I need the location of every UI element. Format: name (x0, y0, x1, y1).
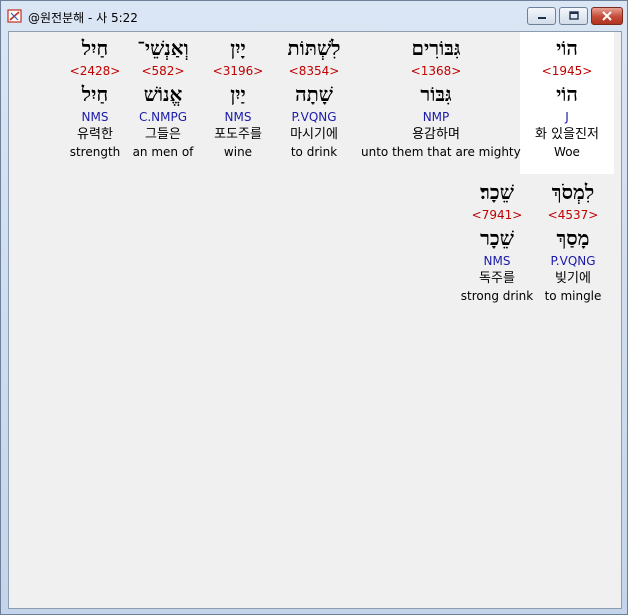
korean-gloss: 유력한 (77, 127, 113, 142)
window-title: @원전분해 - 사 5:22 (28, 11, 138, 25)
hebrew-word: יָיִן (230, 36, 246, 60)
hebrew-word: לִשְׁתּוֹת (287, 36, 341, 60)
hebrew-word: חַיִל (81, 36, 109, 60)
hebrew-word: הוֹי (556, 36, 578, 60)
korean-gloss: 화 있을진저 (535, 127, 599, 142)
hebrew-lemma: חַיִל (81, 82, 109, 106)
minimize-button[interactable] (527, 7, 556, 25)
morphology-code: P.VQNG (550, 254, 596, 268)
english-gloss: an men of (132, 145, 194, 159)
english-gloss: strong drink (460, 289, 534, 303)
english-gloss: Woe (554, 145, 580, 159)
hebrew-lemma: יַיִן (230, 82, 246, 106)
interlinear-panel: הוֹי <1945> הוֹי J 화 있을진저 Woe גִּבּוֹרִי… (8, 31, 622, 609)
word-block[interactable]: הוֹי <1945> הוֹי J 화 있을진저 Woe (520, 32, 614, 174)
minimize-icon (537, 17, 546, 19)
hebrew-lemma: שָׁתָה (295, 82, 333, 106)
hebrew-lemma: גִּבּוֹר (420, 82, 452, 106)
strong-number[interactable]: <4537> (539, 206, 607, 224)
close-button[interactable] (591, 7, 623, 25)
word-block[interactable]: יָיִן <3196> יַיִן NMS 포도주를 wine (206, 32, 270, 160)
english-gloss: strength (69, 145, 121, 159)
morphology-code: NMS (224, 110, 252, 124)
word-block[interactable]: גִּבּוֹרִים <1368> גִּבּוֹר NMP 용감하며 unt… (361, 32, 521, 160)
english-gloss: to drink (290, 145, 338, 159)
hebrew-word: לִמְסֹךְ (551, 180, 595, 204)
strong-number[interactable]: <582> (131, 62, 195, 80)
english-gloss: unto them that are mighty (361, 145, 521, 159)
word-block[interactable]: לִמְסֹךְ <4537> מָסַךְ P.VQNG 빚기에 to min… (539, 176, 607, 304)
morphology-code: P.VQNG (291, 110, 337, 124)
korean-gloss: 마시기에 (290, 127, 338, 142)
korean-gloss: 빚기에 (555, 271, 591, 286)
strong-number[interactable]: <3196> (206, 62, 270, 80)
word-block[interactable]: שֵׁכָר׃ <7941> שֵׁכָר NMS 독주를 strong dri… (459, 176, 535, 304)
app-window: @원전분해 - 사 5:22 הוֹי <1945> הוֹי J 화 있을진저 (0, 0, 628, 615)
hebrew-lemma: אֱנוֹשׁ (143, 82, 183, 106)
strong-number[interactable]: <7941> (459, 206, 535, 224)
maximize-button[interactable] (559, 7, 588, 25)
korean-gloss: 그들은 (145, 127, 181, 142)
morphology-code: NMS (81, 110, 109, 124)
close-icon (602, 11, 612, 21)
hebrew-word: וְאַנְשֵׁי־ (137, 36, 189, 60)
hebrew-word: גִּבּוֹרִים (411, 36, 461, 60)
hebrew-lemma: הוֹי (556, 82, 578, 106)
korean-gloss: 포도주를 (214, 127, 262, 142)
title-bar[interactable]: @원전분해 - 사 5:22 (1, 1, 627, 29)
hebrew-word: שֵׁכָר׃ (480, 180, 514, 204)
morphology-code: C.NMPG (138, 110, 188, 124)
word-block[interactable]: חַיִל <2428> חַיִל NMS 유력한 strength (65, 32, 125, 160)
word-block[interactable]: וְאַנְשֵׁי־ <582> אֱנוֹשׁ C.NMPG 그들은 an … (131, 32, 195, 160)
strong-number[interactable]: <2428> (65, 62, 125, 80)
strong-number[interactable]: <8354> (277, 62, 351, 80)
hebrew-lemma: שֵׁכָר (480, 226, 514, 250)
app-icon (7, 8, 23, 24)
korean-gloss: 독주를 (479, 271, 515, 286)
morphology-code: NMS (483, 254, 511, 268)
morphology-code: J (565, 110, 569, 124)
morphology-code: NMP (422, 110, 450, 124)
english-gloss: to mingle (544, 289, 602, 303)
english-gloss: wine (223, 145, 253, 159)
strong-number[interactable]: <1368> (361, 62, 511, 80)
word-block[interactable]: לִשְׁתּוֹת <8354> שָׁתָה P.VQNG 마시기에 to … (277, 32, 351, 160)
korean-gloss: 용감하며 (412, 127, 460, 142)
strong-number[interactable]: <1945> (520, 62, 614, 80)
maximize-icon (568, 11, 579, 20)
hebrew-lemma: מָסַךְ (556, 226, 590, 250)
